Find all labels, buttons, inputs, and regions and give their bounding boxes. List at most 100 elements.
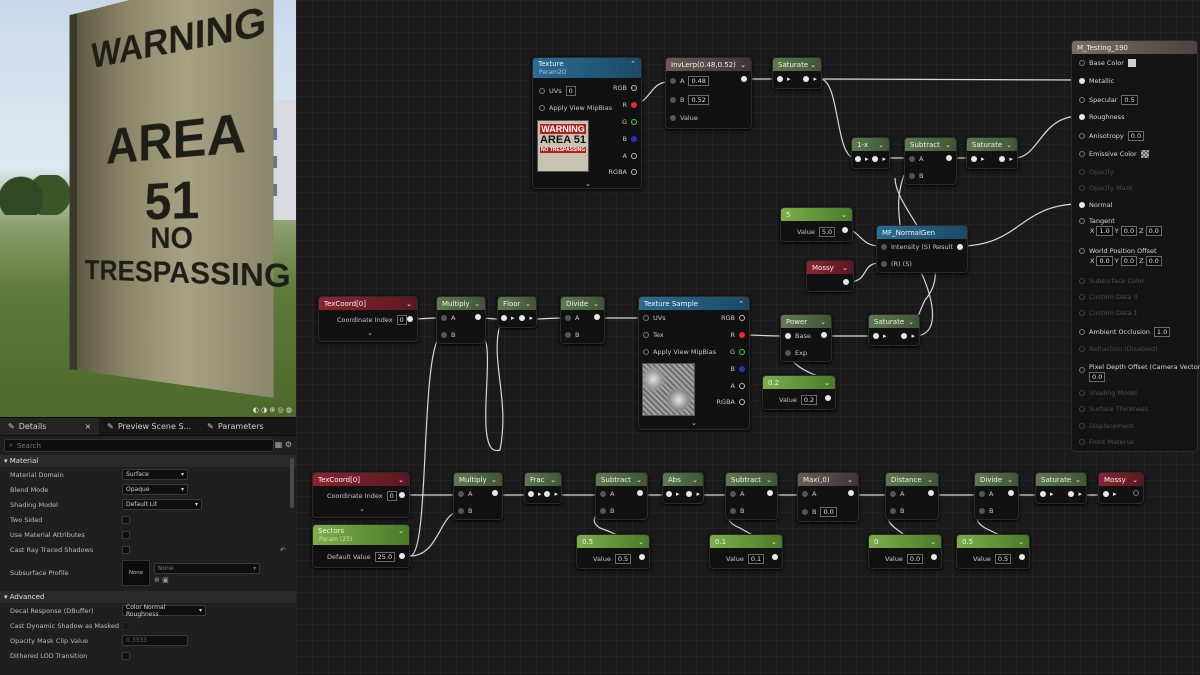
pin-output[interactable]: [399, 492, 405, 498]
pin-mip-bias[interactable]: Apply View MipBias: [539, 104, 612, 112]
pin-output[interactable]: [1008, 490, 1014, 496]
pin-base[interactable]: Base: [785, 332, 811, 340]
chevron-down-icon[interactable]: ⌄: [908, 318, 914, 326]
close-icon[interactable]: ×: [84, 422, 91, 431]
node-abs[interactable]: Abs ⌄ ▸ ▸: [662, 472, 704, 504]
chevron-down-icon[interactable]: ⌄: [820, 318, 826, 326]
subsurface-profile-dropdown[interactable]: None ▾: [154, 562, 260, 574]
pin-output[interactable]: [1133, 490, 1139, 496]
pin-g[interactable]: G: [730, 348, 745, 356]
node-mossy-1[interactable]: Mossy ⌄: [806, 260, 854, 292]
pin-normal[interactable]: Normal: [1079, 201, 1113, 209]
cast-ray-traced-shadows-checkbox[interactable]: [122, 545, 130, 554]
details-scrollbar[interactable]: [290, 458, 294, 508]
section-material[interactable]: ▾ Material: [0, 455, 296, 467]
chevron-down-icon[interactable]: ⌄: [766, 476, 772, 484]
pin-a[interactable]: A: [623, 152, 637, 160]
material-result-node[interactable]: M_Testing_190 Base Color Metallic Specul…: [1071, 40, 1200, 452]
pin-r[interactable]: R: [622, 101, 637, 109]
pin-output[interactable]: ▸: [544, 490, 558, 498]
pin-output[interactable]: [492, 490, 498, 496]
node-constant-0-5-b[interactable]: 0.5 ⌄ Value 0.5: [956, 534, 1030, 569]
chevron-down-icon[interactable]: ⌄: [593, 300, 599, 308]
collapse-icon[interactable]: ⌃: [738, 300, 744, 308]
pin-a[interactable]: A: [600, 490, 614, 498]
chevron-down-icon[interactable]: ⌄: [525, 300, 531, 308]
pin-b[interactable]: B: [441, 331, 455, 339]
pin-g[interactable]: G: [622, 118, 637, 126]
pin-output[interactable]: [639, 554, 645, 560]
pin-output[interactable]: ▸: [901, 332, 915, 340]
node-constant-0-1[interactable]: 0.1 ⌄ Value 0.1: [709, 534, 783, 569]
node-texcoord-2[interactable]: TexCoord[0] ⌄ Coordinate Index 0 ⌄: [312, 472, 410, 518]
viewport-view-icons[interactable]: ◐ ◑ ⊕ ◎ ◍: [253, 406, 292, 414]
pin-a[interactable]: A: [802, 490, 816, 498]
pin-output[interactable]: [772, 554, 778, 560]
node-floor[interactable]: Floor ⌄ ▸ ▸: [497, 296, 537, 328]
node-distance[interactable]: Distance ⌄ A B: [885, 472, 939, 520]
use-material-attributes-checkbox[interactable]: [122, 530, 130, 539]
pin-tex[interactable]: Tex: [643, 331, 664, 339]
pin-output[interactable]: [475, 314, 481, 320]
pin-a[interactable]: A: [458, 490, 472, 498]
chevron-down-icon[interactable]: ⌄: [474, 300, 480, 308]
pin-output[interactable]: [741, 76, 747, 82]
cast-dynamic-shadow-checkbox[interactable]: [122, 621, 130, 630]
default-value[interactable]: Default Value 25.0: [327, 552, 396, 562]
preview-viewport[interactable]: WARNING AREA 51 NO TRESPASSING ◐ ◑ ⊕ ◎ ◍: [0, 0, 296, 417]
node-texture-sample[interactable]: Texture Sample ⌃ UVs Tex Apply View MipBi…: [638, 296, 750, 430]
section-advanced[interactable]: ▾ Advanced: [0, 591, 296, 603]
pin-output[interactable]: [594, 314, 600, 320]
opacity-mask-clip-input[interactable]: 0.3333: [122, 635, 188, 646]
pin-output[interactable]: [767, 490, 773, 496]
pin-b[interactable]: B: [458, 507, 472, 515]
pin-mip-bias[interactable]: Apply View MipBias: [643, 348, 716, 356]
value-field[interactable]: Value 5.0: [797, 227, 836, 237]
pin-b[interactable]: B: [730, 507, 744, 515]
chevron-down-icon[interactable]: ⌄: [1132, 476, 1138, 484]
grid-icon[interactable]: ▦: [275, 440, 283, 449]
pin-a[interactable]: A 0.48: [670, 76, 709, 86]
collapse-icon[interactable]: ⌃: [630, 60, 636, 68]
pin-intensity[interactable]: Intensity (S): [881, 243, 931, 251]
pin-output[interactable]: ▸: [686, 490, 700, 498]
material-domain-dropdown[interactable]: Surface ▾: [122, 469, 188, 480]
node-constant-5[interactable]: 5 ⌄ Value 5.0: [780, 207, 853, 242]
chevron-down-icon[interactable]: ⌄: [550, 476, 556, 484]
pin-output[interactable]: [407, 316, 413, 322]
pin-pixel-depth-offset[interactable]: Pixel Depth Offset (Camera Vector) 0.0: [1079, 363, 1200, 382]
gear-icon[interactable]: ⚙: [285, 440, 292, 449]
wpo-fields[interactable]: X 0.0 Y 0.0 Z 0.0: [1090, 256, 1162, 266]
chevron-down-icon[interactable]: ⌄: [824, 379, 830, 387]
use-selected-icon[interactable]: ⊕: [154, 576, 160, 584]
chevron-down-icon[interactable]: ⌄: [398, 476, 404, 484]
pin-output[interactable]: [946, 155, 952, 161]
chevron-down-icon[interactable]: ⌄: [1018, 538, 1024, 546]
chevron-down-icon[interactable]: ⌄: [691, 419, 697, 427]
reset-icon[interactable]: ↶: [280, 546, 285, 554]
pin-a[interactable]: A: [890, 490, 904, 498]
chevron-down-icon[interactable]: ⌄: [638, 538, 644, 546]
pin-input[interactable]: ▸: [873, 332, 887, 340]
chevron-down-icon[interactable]: ⌄: [842, 264, 848, 272]
search-input[interactable]: [16, 441, 247, 450]
pin-base-color[interactable]: Base Color: [1079, 59, 1136, 67]
node-normal-gen[interactable]: MF_NormalGen Intensity (S) (R) (S) Resul…: [876, 225, 968, 273]
pin-anisotropy[interactable]: Anisotropy 0.0: [1079, 131, 1145, 141]
chevron-down-icon[interactable]: ⌄: [692, 476, 698, 484]
blend-mode-dropdown[interactable]: Opaque ▾: [122, 484, 188, 495]
pin-emissive[interactable]: Emissive Color: [1079, 150, 1149, 158]
decal-response-dropdown[interactable]: Color Normal Roughness ▾: [122, 604, 206, 618]
pin-a[interactable]: A: [909, 155, 923, 163]
tab-details[interactable]: ✎ Details ×: [0, 418, 100, 435]
node-invlerp[interactable]: InvLerp(0.48,0.52) ⌄ A 0.48 B 0.52 Value: [665, 57, 752, 129]
pin-rgb[interactable]: RGB: [721, 314, 745, 322]
value-field[interactable]: Value 0.5: [973, 554, 1012, 564]
pin-rgba[interactable]: RGBA: [717, 398, 745, 406]
value-field[interactable]: Value 0.5: [593, 554, 632, 564]
chevron-down-icon[interactable]: ⌄: [771, 538, 777, 546]
pin-b[interactable]: B: [979, 507, 993, 515]
tangent-fields[interactable]: X 1.0 Y 0.0 Z 0.0: [1090, 226, 1162, 236]
pin-output[interactable]: [637, 490, 643, 496]
dithered-lod-checkbox[interactable]: [122, 651, 130, 660]
